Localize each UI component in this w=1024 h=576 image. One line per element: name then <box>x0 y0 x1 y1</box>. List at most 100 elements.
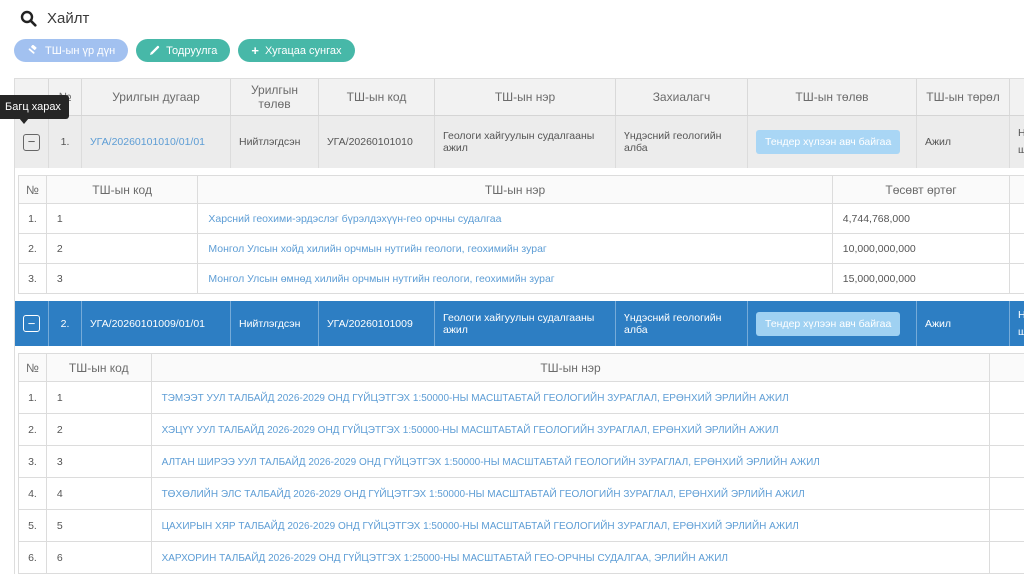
ts-type: Ажил <box>917 301 1010 346</box>
pkg-num: 1. <box>19 204 47 234</box>
package-name-link[interactable]: ТЭМЭЭТ УУЛ ТАЛБАЙД 2026-2029 ОНД ГҮЙЦЭТГ… <box>162 393 789 404</box>
clipped-text: Н <box>1018 307 1024 324</box>
pkg-header-num: № <box>19 176 47 204</box>
invitation-status: Нийтлэгдсэн <box>231 301 319 346</box>
package-row: 4. 4 ТӨХӨЛИЙН ЭЛС ТАЛБАЙД 2026-2029 ОНД … <box>19 478 1024 510</box>
pkg-code: 4 <box>46 478 151 510</box>
package-name-link[interactable]: ХАРХОРИН ТАЛБАЙД 2026-2029 ОНД ГҮЙЦЭТГЭХ… <box>162 553 728 564</box>
status-badge: Тендер хүлээн авч байгаа <box>756 312 900 336</box>
pkg-clipped <box>990 446 1024 478</box>
ts-name: Геологи хайгуулын судалгааны ажил <box>435 116 616 168</box>
package-row: 1. 1 ТЭМЭЭТ УУЛ ТАЛБАЙД 2026-2029 ОНД ГҮ… <box>19 382 1024 414</box>
pkg-code: 1 <box>46 204 197 234</box>
package-name-link[interactable]: ХЭЦҮҮ УУЛ ТАЛБАЙД 2026-2029 ОНД ГҮЙЦЭТГЭ… <box>162 425 779 436</box>
package-name-link[interactable]: ЦАХИРЫН ХЯР ТАЛБАЙД 2026-2029 ОНД ГҮЙЦЭТ… <box>162 521 799 532</box>
packages-section-1: № ТШ-ын код ТШ-ын нэр Төсөвт өртөг 1. 1 … <box>15 168 1024 301</box>
pkg-code: 1 <box>46 382 151 414</box>
pkg-header-clipped <box>1010 176 1024 204</box>
clipped-cell: Н ш <box>1010 301 1024 346</box>
package-row: 2. 2 ХЭЦҮҮ УУЛ ТАЛБАЙД 2026-2029 ОНД ГҮЙ… <box>19 414 1024 446</box>
pkg-num: 3. <box>19 446 47 478</box>
plus-icon: + <box>251 44 259 57</box>
pkg-clipped <box>990 542 1024 574</box>
pkg-clipped <box>1010 204 1024 234</box>
pkg-header-num: № <box>19 354 47 382</box>
packages-table-2: № ТШ-ын код ТШ-ын нэр 1. 1 ТЭМЭЭТ УУЛ ТА… <box>18 353 1024 574</box>
packages-header-row: № ТШ-ын код ТШ-ын нэр Төсөвт өртөг <box>19 176 1024 204</box>
invitation-status: Нийтлэгдсэн <box>231 116 319 168</box>
pkg-header-budget: Төсөвт өртөг <box>832 176 1010 204</box>
package-row: 3. 3 Монгол Улсын өмнөд хилийн орчмын ну… <box>19 264 1024 294</box>
pkg-code: 2 <box>46 414 151 446</box>
package-name-link[interactable]: АЛТАН ШИРЭЭ УУЛ ТАЛБАЙД 2026-2029 ОНД ГҮ… <box>162 457 820 468</box>
tooltip-view-packages: Багц харах <box>0 95 69 119</box>
pkg-clipped <box>990 382 1024 414</box>
collapse-row-button[interactable]: − <box>23 134 40 151</box>
pkg-num: 1. <box>19 382 47 414</box>
extend-deadline-button[interactable]: + Хугацаа сунгах <box>238 39 354 62</box>
packages-section-2: № ТШ-ын код ТШ-ын нэр 1. 1 ТЭМЭЭТ УУЛ ТА… <box>15 346 1024 574</box>
clarification-button[interactable]: Тодруулга <box>136 39 230 62</box>
pkg-num: 2. <box>19 234 47 264</box>
row-num: 2. <box>49 301 82 346</box>
ts-results-button[interactable]: ТШ-ын үр дүн <box>14 39 128 62</box>
header-ts-name: ТШ-ын нэр <box>435 79 616 115</box>
table-header-row: № Урилгын дугаар Урилгын төлөв ТШ-ын код… <box>15 78 1024 116</box>
toolbar: ТШ-ын үр дүн Тодруулга + Хугацаа сунгах <box>14 39 355 62</box>
ts-type: Ажил <box>917 116 1010 168</box>
pkg-num: 5. <box>19 510 47 542</box>
clarification-label: Тодруулга <box>166 45 217 57</box>
pkg-code: 5 <box>46 510 151 542</box>
pkg-header-code: ТШ-ын код <box>46 354 151 382</box>
package-row: 6. 6 ХАРХОРИН ТАЛБАЙД 2026-2029 ОНД ГҮЙЦ… <box>19 542 1024 574</box>
pkg-clipped <box>990 414 1024 446</box>
pkg-header-name: ТШ-ын нэр <box>198 176 832 204</box>
pkg-clipped <box>1010 234 1024 264</box>
package-name-link[interactable]: Монгол Улсын хойд хилийн орчмын нутгийн … <box>208 243 546 255</box>
pkg-budget: 15,000,000,000 <box>832 264 1010 294</box>
header-invitation-no: Урилгын дугаар <box>82 79 231 115</box>
extend-deadline-label: Хугацаа сунгах <box>265 45 342 57</box>
header-invitation-status: Урилгын төлөв <box>231 79 319 115</box>
package-row: 3. 3 АЛТАН ШИРЭЭ УУЛ ТАЛБАЙД 2026-2029 О… <box>19 446 1024 478</box>
page: Хайлт ТШ-ын үр дүн Тодруулга + Хугацаа с… <box>0 0 1024 576</box>
pkg-num: 4. <box>19 478 47 510</box>
search-bar: Хайлт <box>20 10 89 27</box>
ts-name: Геологи хайгуулын судалгааны ажил <box>435 301 616 346</box>
pkg-code: 3 <box>46 446 151 478</box>
clipped-text: ш <box>1018 142 1024 159</box>
pkg-header-code: ТШ-ын код <box>46 176 197 204</box>
package-name-link[interactable]: Харсний геохими-эрдэслэг бүрэлдэхүүн-гео… <box>208 213 501 225</box>
packages-table-1: № ТШ-ын код ТШ-ын нэр Төсөвт өртөг 1. 1 … <box>18 175 1024 294</box>
pkg-num: 3. <box>19 264 47 294</box>
invitation-number-link[interactable]: УГА/20260101009/01/01 <box>90 318 205 330</box>
header-ts-code: ТШ-ын код <box>319 79 435 115</box>
ts-code: УГА/20260101009 <box>319 301 435 346</box>
pkg-clipped <box>990 510 1024 542</box>
pkg-num: 6. <box>19 542 47 574</box>
package-name-link[interactable]: Монгол Улсын өмнөд хилийн орчмын нутгийн… <box>208 273 554 285</box>
client: Үндэсний геологийн алба <box>616 116 748 168</box>
pkg-budget: 10,000,000,000 <box>832 234 1010 264</box>
pkg-clipped <box>990 478 1024 510</box>
package-name-link[interactable]: ТӨХӨЛИЙН ЭЛС ТАЛБАЙД 2026-2029 ОНД ГҮЙЦЭ… <box>162 489 805 500</box>
pencil-icon <box>149 45 160 56</box>
header-client: Захиалагч <box>616 79 748 115</box>
pkg-clipped <box>1010 264 1024 294</box>
status-badge: Тендер хүлээн авч байгаа <box>756 130 900 154</box>
pkg-code: 2 <box>46 234 197 264</box>
row-num: 1. <box>49 116 82 168</box>
tender-table: № Урилгын дугаар Урилгын төлөв ТШ-ын код… <box>14 78 1024 574</box>
ts-code: УГА/20260101010 <box>319 116 435 168</box>
package-row: 2. 2 Монгол Улсын хойд хилийн орчмын нут… <box>19 234 1024 264</box>
table-row-selected[interactable]: − 2. УГА/20260101009/01/01 Нийтлэгдсэн У… <box>15 301 1024 346</box>
header-clipped <box>1010 79 1024 115</box>
invitation-number-link[interactable]: УГА/20260101010/01/01 <box>90 136 205 148</box>
table-row[interactable]: − 1. УГА/20260101010/01/01 Нийтлэгдсэн У… <box>15 116 1024 168</box>
client: Үндэсний геологийн алба <box>616 301 748 346</box>
pkg-header-clipped <box>990 354 1024 382</box>
header-ts-type: ТШ-ын төрөл <box>917 79 1010 115</box>
package-row: 1. 1 Харсний геохими-эрдэслэг бүрэлдэхүү… <box>19 204 1024 234</box>
collapse-row-button[interactable]: − <box>23 315 40 332</box>
pkg-header-name: ТШ-ын нэр <box>151 354 990 382</box>
